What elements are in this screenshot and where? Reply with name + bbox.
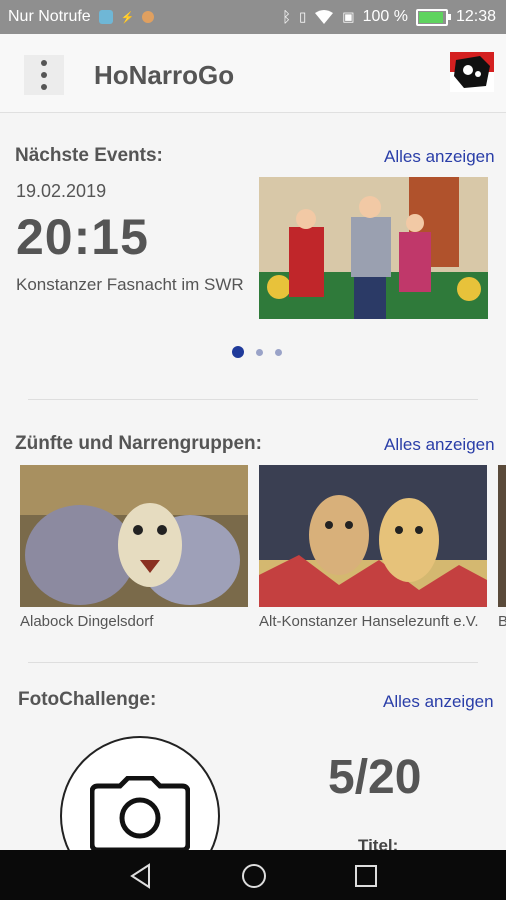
section-divider bbox=[28, 662, 478, 663]
guild-card-image[interactable] bbox=[498, 465, 506, 607]
app-title: HoNarroGo bbox=[94, 60, 235, 90]
pager-dot[interactable] bbox=[232, 346, 244, 358]
events-show-all-link[interactable]: Alles anzeigen bbox=[384, 147, 495, 167]
guild-card-label: Alabock Dingelsdorf bbox=[20, 613, 154, 630]
overflow-menu-icon[interactable] bbox=[24, 55, 64, 95]
event-date: 19.02.2019 bbox=[16, 181, 107, 201]
photo-challenge-title: FotoChallenge: bbox=[18, 689, 157, 710]
event-time: 20:15 bbox=[16, 209, 149, 265]
bluetooth-icon: ᛒ bbox=[282, 8, 292, 26]
honarro-logo-icon[interactable] bbox=[450, 52, 494, 92]
events-title: Nächste Events: bbox=[15, 145, 163, 166]
android-icon bbox=[98, 10, 113, 24]
pager-dot[interactable] bbox=[275, 348, 282, 356]
carrier-label: Nur Notrufe bbox=[8, 8, 91, 25]
home-icon[interactable] bbox=[240, 862, 268, 890]
recents-icon[interactable] bbox=[352, 862, 380, 890]
clock: 12:38 bbox=[455, 8, 496, 25]
guild-card-label: B bbox=[498, 613, 506, 630]
app-icon bbox=[142, 11, 155, 23]
photo-challenge-show-all-link[interactable]: Alles anzeigen bbox=[383, 692, 494, 712]
back-icon[interactable] bbox=[127, 862, 155, 890]
pager-dot[interactable] bbox=[256, 348, 263, 356]
challenge-progress: 5/20 bbox=[328, 751, 422, 804]
camera-icon bbox=[90, 776, 190, 852]
battery-percent: 100 % bbox=[362, 8, 408, 25]
system-nav-bar bbox=[0, 850, 506, 900]
guild-card-label: Alt-Konstanzer Hanselezunft e.V. bbox=[259, 613, 479, 630]
vibrate-icon: ▯ bbox=[299, 9, 307, 24]
wifi-icon bbox=[315, 10, 334, 24]
guilds-title: Zünfte und Narrengruppen: bbox=[15, 433, 262, 454]
usb-icon: ⚡ bbox=[120, 11, 135, 24]
battery-charging-icon bbox=[415, 8, 451, 26]
guild-card-image[interactable] bbox=[20, 465, 248, 607]
status-bar: Nur Notrufe ⚡ ᛒ ▯ ▣ 100 % 12:38 bbox=[0, 0, 506, 34]
guild-card-image[interactable] bbox=[259, 465, 487, 607]
sim-icon: ▣ bbox=[342, 9, 355, 24]
app-bar: HoNarroGo bbox=[0, 34, 506, 113]
events-pager[interactable] bbox=[232, 346, 282, 358]
event-image[interactable] bbox=[259, 177, 488, 319]
section-divider bbox=[28, 399, 478, 400]
guilds-show-all-link[interactable]: Alles anzeigen bbox=[384, 435, 495, 455]
event-name: Konstanzer Fasnacht im SWR bbox=[16, 275, 244, 294]
